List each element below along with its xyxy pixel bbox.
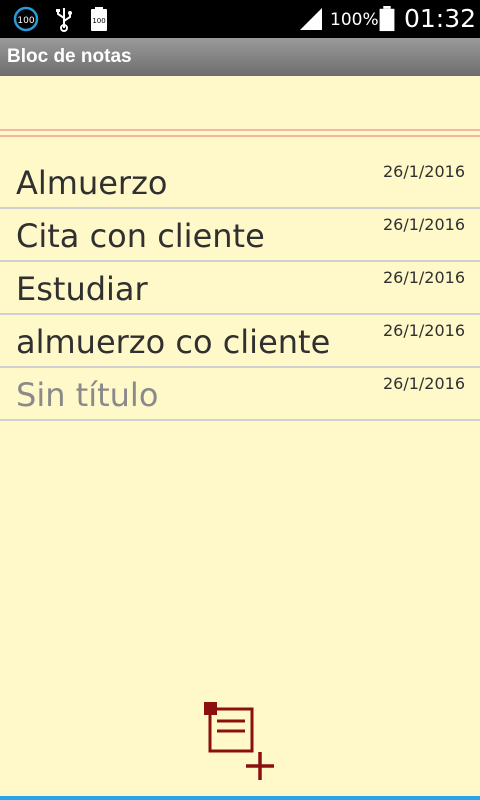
signal-icon [300, 8, 322, 30]
note-title: Cita con cliente [16, 217, 265, 255]
note-date: 26/1/2016 [382, 215, 465, 234]
battery-100-icon: 100 [91, 7, 107, 31]
app-title-bar: Bloc de notas [0, 38, 480, 76]
clock: 01:32 [404, 4, 477, 33]
notes-list: Almuerzo 26/1/2016 Cita con cliente 26/1… [0, 156, 480, 421]
note-title: almuerzo co cliente [16, 323, 331, 361]
battery-saver-label: 100 [17, 16, 34, 26]
list-item[interactable]: Almuerzo 26/1/2016 [0, 156, 480, 209]
rule-line-top [0, 129, 480, 131]
list-item[interactable]: Cita con cliente 26/1/2016 [0, 209, 480, 262]
bottom-accent-bar [0, 796, 480, 800]
note-title: Sin título [16, 376, 159, 414]
note-date: 26/1/2016 [382, 321, 465, 340]
usb-icon [56, 8, 72, 32]
battery-percent: 100% [330, 10, 379, 30]
note-title: Almuerzo [16, 164, 168, 202]
app-title: Bloc de notas [7, 46, 132, 67]
battery-full-icon [379, 6, 395, 32]
note-title: Estudiar [16, 270, 148, 308]
note-date: 26/1/2016 [382, 268, 465, 287]
list-item[interactable]: Sin título 26/1/2016 [0, 368, 480, 421]
add-note-icon [204, 702, 274, 780]
list-item[interactable]: Estudiar 26/1/2016 [0, 262, 480, 315]
add-note-button[interactable] [202, 700, 278, 784]
rule-line-bottom [0, 135, 480, 137]
note-date: 26/1/2016 [382, 162, 465, 181]
note-date: 26/1/2016 [382, 374, 465, 393]
svg-text:100: 100 [92, 17, 105, 25]
battery-saver-icon: 100 [13, 6, 39, 32]
status-bar: 100 100 100% 01:32 [0, 0, 480, 38]
list-item[interactable]: almuerzo co cliente 26/1/2016 [0, 315, 480, 368]
